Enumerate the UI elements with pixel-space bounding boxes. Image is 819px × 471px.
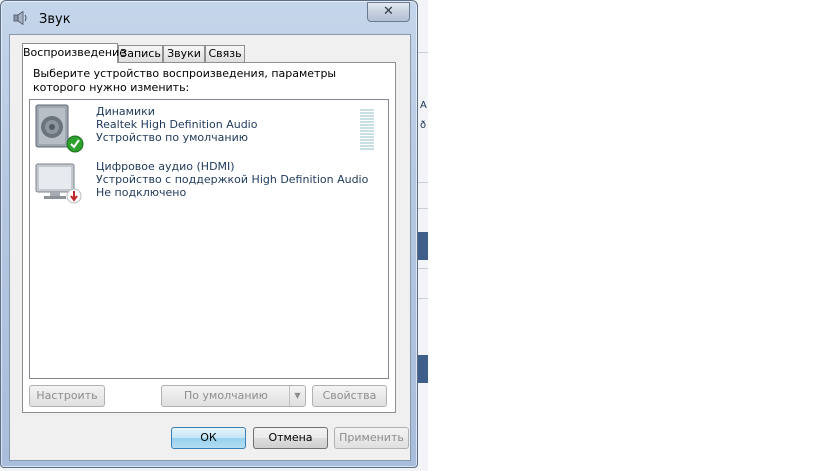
cancel-button[interactable]: Отмена [253, 427, 328, 449]
sound-app-icon [13, 11, 27, 25]
set-default-label: По умолчанию [184, 389, 268, 402]
sound-dialog: Звук ✕ Воспроизведение Запись Звуки Связ… [0, 0, 418, 468]
dialog-client-area: Воспроизведение Запись Звуки Связь Выбер… [9, 34, 411, 461]
device-driver: Устройство с поддержкой High Definition … [96, 173, 369, 186]
volume-level-meter [360, 109, 374, 151]
apply-button[interactable]: Применить [334, 427, 409, 449]
tab-label: Запись [120, 47, 161, 60]
device-prompt: Выберите устройство воспроизведения, пар… [33, 67, 337, 94]
device-status: Не подключено [96, 186, 187, 199]
device-status: Устройство по умолчанию [96, 131, 249, 144]
device-text: Динамики Realtek High Definition Audio У… [96, 105, 257, 144]
properties-button[interactable]: Свойства [312, 385, 387, 407]
device-driver: Realtek High Definition Audio [96, 118, 258, 131]
tab-label: Звуки [167, 47, 201, 60]
title-bar[interactable]: Звук ✕ [1, 1, 417, 35]
configure-button[interactable]: Настроить [29, 385, 105, 407]
set-default-split-button[interactable]: По умолчанию ▼ [161, 385, 306, 407]
background-divider [418, 52, 428, 53]
background-selection-band [418, 232, 428, 260]
background-divider [418, 298, 428, 299]
background-text-fragment: A [420, 100, 427, 111]
device-name: Цифровое аудио (HDMI) [96, 160, 235, 173]
background-selection-band [418, 355, 428, 383]
device-item-speakers[interactable]: Динамики Realtek High Definition Audio У… [34, 103, 384, 155]
tab-playback[interactable]: Воспроизведение [22, 43, 126, 63]
monitor-icon [35, 163, 82, 204]
device-text: Цифровое аудио (HDMI) Устройство с подде… [96, 160, 368, 199]
device-item-hdmi[interactable]: Цифровое аудио (HDMI) Устройство с подде… [34, 158, 384, 210]
background-divider [418, 268, 428, 269]
playback-device-list[interactable]: Динамики Realtek High Definition Audio У… [29, 99, 389, 379]
device-name: Динамики [96, 105, 155, 118]
playback-tab-panel: Выберите устройство воспроизведения, пар… [22, 62, 396, 413]
speaker-icon [35, 104, 84, 153]
background-text-fragment: ð [420, 120, 427, 131]
close-button[interactable]: ✕ [367, 2, 410, 22]
tab-communications[interactable]: Связь [205, 45, 245, 62]
close-icon: ✕ [383, 4, 394, 19]
chevron-down-icon[interactable]: ▼ [289, 386, 305, 406]
tab-label: Связь [208, 47, 242, 60]
window-title: Звук [39, 12, 71, 27]
tab-label: Воспроизведение [23, 46, 126, 59]
background-divider [418, 208, 428, 209]
tab-sounds[interactable]: Звуки [163, 45, 205, 62]
ok-button[interactable]: ОК [171, 427, 246, 449]
background-divider [418, 182, 428, 183]
